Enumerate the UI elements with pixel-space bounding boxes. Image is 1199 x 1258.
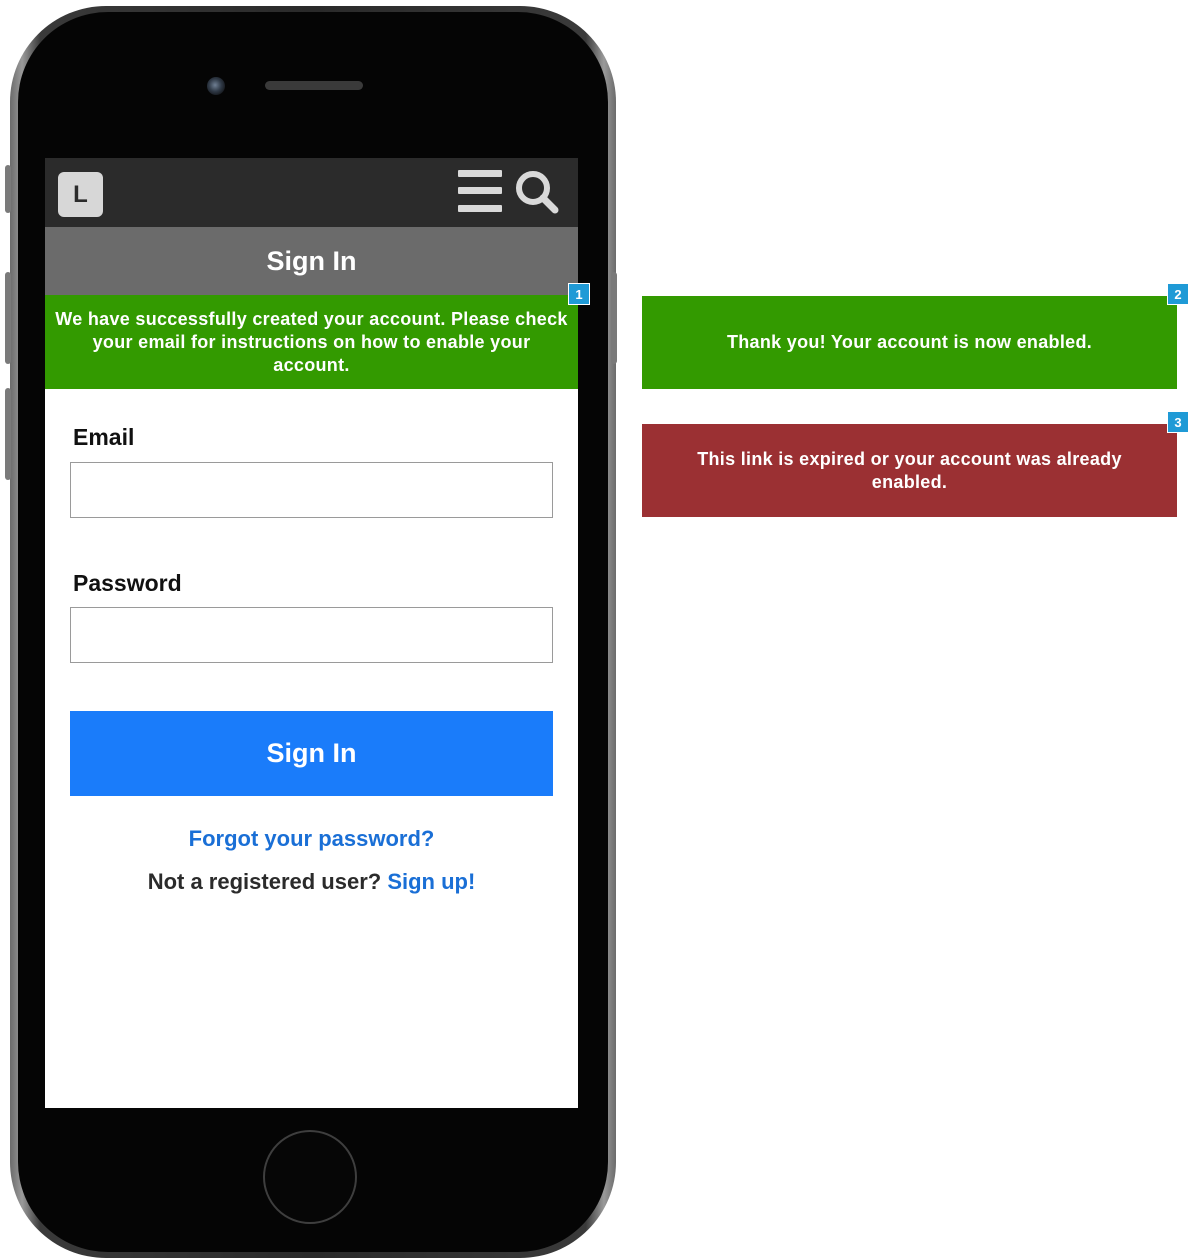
phone-volume-up-button xyxy=(5,272,11,364)
password-label: Password xyxy=(73,570,182,596)
app-header: L xyxy=(45,158,578,227)
phone-camera xyxy=(207,77,225,95)
sign-in-button[interactable]: Sign In xyxy=(70,711,553,796)
signup-prompt: Not a registered user? xyxy=(147,869,382,894)
phone-power-button xyxy=(611,272,617,364)
forgot-password-link: Forgot your password? xyxy=(45,826,578,852)
app-logo[interactable]: L xyxy=(58,172,103,217)
signup-row: Not a registered user? Sign up! xyxy=(45,869,578,895)
annotation-marker-1: 1 xyxy=(568,283,590,305)
search-icon[interactable] xyxy=(514,169,560,215)
phone-volume-down-button xyxy=(5,388,11,480)
signup-link[interactable]: Sign up! xyxy=(387,869,475,894)
hamburger-menu-icon[interactable] xyxy=(458,170,502,212)
account-created-notice: We have successfully created your accoun… xyxy=(45,295,578,389)
email-label: Email xyxy=(73,424,135,450)
link-expired-message: This link is expired or your account was… xyxy=(642,424,1177,517)
phone-screen: L Sign In We have successfully created y… xyxy=(45,158,578,1108)
annotation-marker-3: 3 xyxy=(1167,411,1189,433)
page-title: Sign In xyxy=(45,227,578,295)
account-enabled-message: Thank you! Your account is now enabled. xyxy=(642,296,1177,389)
phone-silent-switch xyxy=(5,165,11,213)
email-field[interactable] xyxy=(70,462,553,518)
annotation-marker-2: 2 xyxy=(1167,283,1189,305)
phone-speaker xyxy=(265,81,363,90)
forgot-password-link-text[interactable]: Forgot your password? xyxy=(189,826,435,851)
phone-home-button[interactable] xyxy=(263,1130,357,1224)
password-field[interactable] xyxy=(70,607,553,663)
